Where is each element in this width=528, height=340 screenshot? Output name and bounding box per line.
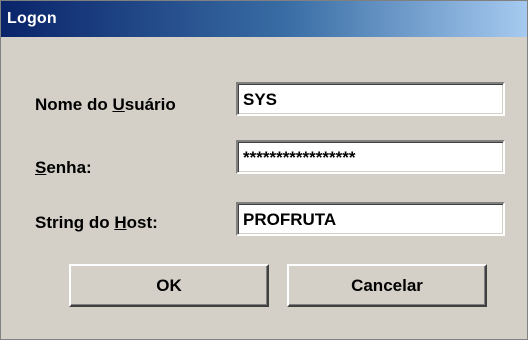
cancel-button[interactable]: Cancelar [287, 264, 487, 307]
host-label-post: ost: [126, 213, 158, 232]
username-label: Nome do Usuário [35, 95, 176, 115]
host-label-pre: String do [35, 213, 115, 232]
host-value: PROFRUTA [243, 210, 337, 229]
title-bar[interactable]: Logon [1, 1, 527, 37]
username-label-mnemonic: U [112, 95, 125, 114]
password-label-mnemonic: S [35, 158, 47, 177]
logon-dialog: Logon Nome do Usuário SYS Senha: *******… [0, 0, 528, 340]
host-label-mnemonic: H [114, 213, 127, 232]
username-value: SYS [243, 90, 278, 109]
password-label: Senha: [35, 158, 92, 178]
host-label: String do Host: [35, 213, 158, 233]
ok-button[interactable]: OK [69, 264, 269, 307]
host-field[interactable]: PROFRUTA [236, 202, 505, 236]
password-value: ***************** [243, 148, 356, 167]
username-label-post: suário [124, 95, 176, 114]
password-label-post: enha: [46, 158, 92, 177]
username-label-pre: Nome do [35, 95, 113, 114]
username-field[interactable]: SYS [236, 82, 505, 116]
window-title: Logon [7, 10, 57, 27]
password-field[interactable]: ***************** [236, 140, 505, 174]
